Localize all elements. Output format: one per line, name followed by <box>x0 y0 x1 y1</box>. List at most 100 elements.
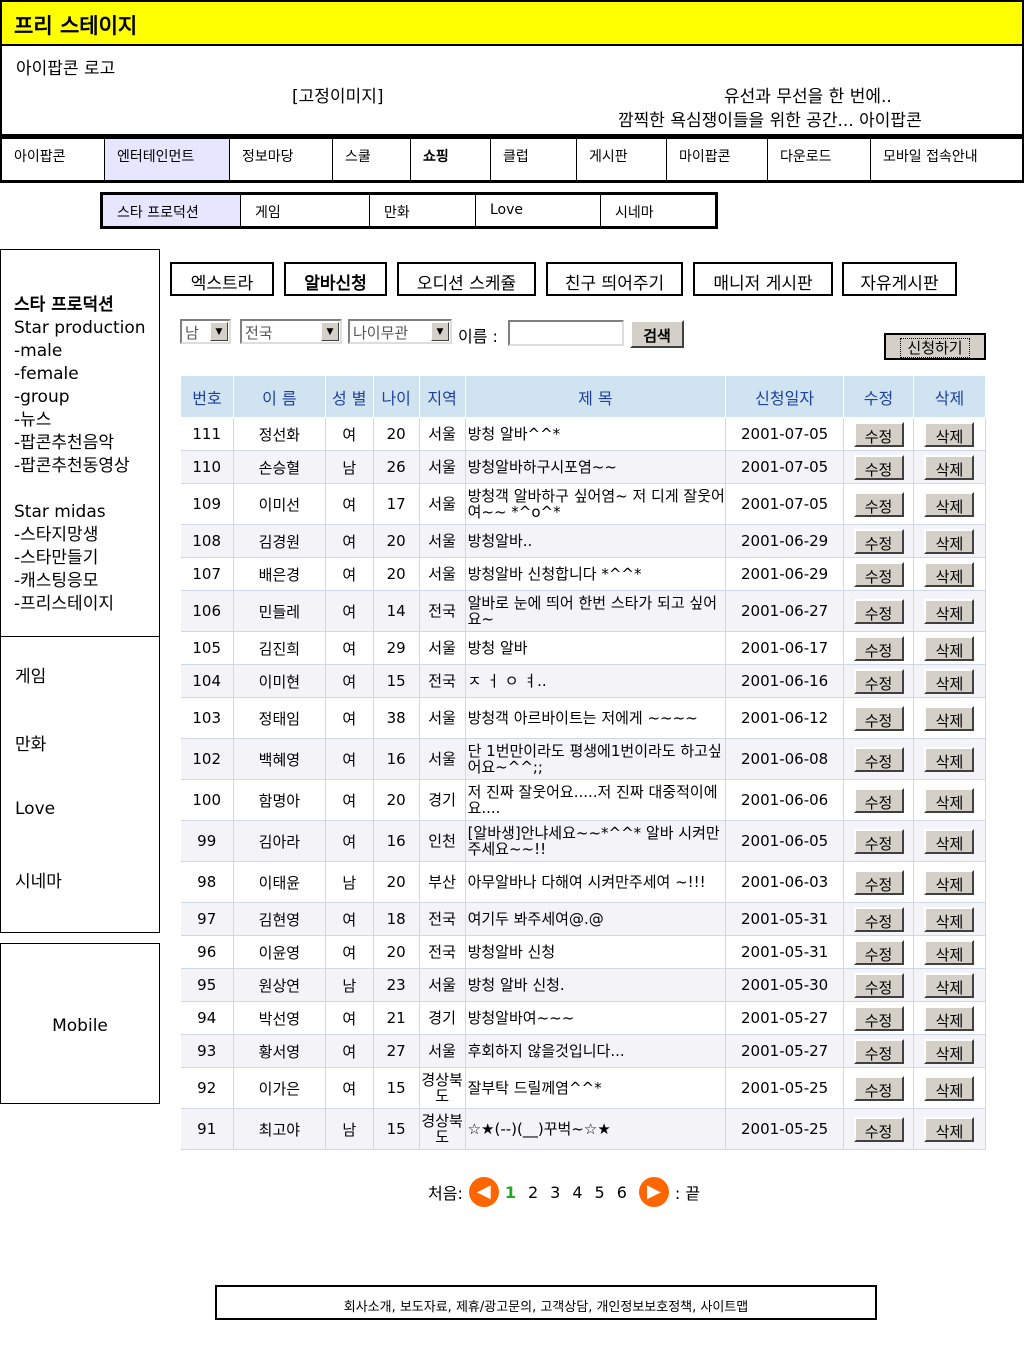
page-link-2[interactable]: 2 <box>528 1183 538 1202</box>
edit-button[interactable]: 수정 <box>853 1005 904 1031</box>
table-row[interactable]: 95 원상연 남 23 서울 방청 알바 신청. 2001-05-30 수정 삭제 <box>180 968 987 1002</box>
tab-extra[interactable]: 엑스트라 <box>170 262 274 296</box>
table-row[interactable]: 96 이윤영 여 20 전국 방청알바 신청 2001-05-31 수정 삭제 <box>180 935 987 969</box>
edit-button[interactable]: 수정 <box>853 528 904 554</box>
cell-title[interactable]: 방청알바 신청 <box>465 935 727 969</box>
tab-audition-schedule[interactable]: 오디션 스케쥴 <box>397 262 536 296</box>
delete-button[interactable]: 삭제 <box>924 528 975 554</box>
table-row[interactable]: 104 이미현 여 15 전국 ㅈ ㅓ ㅇ ㅕ.. 2001-06-16 수정 삭제 <box>180 664 987 698</box>
cell-title[interactable]: 방청객 알바하구 싶어염~ 저 디게 잘웃어여~~ *^o^* <box>465 483 727 525</box>
sub-nav-comics[interactable]: 만화 <box>370 195 476 226</box>
delete-button[interactable]: 삭제 <box>924 635 975 661</box>
edit-button[interactable]: 수정 <box>853 1116 904 1142</box>
edit-button[interactable]: 수정 <box>853 939 904 965</box>
table-row[interactable]: 97 김현영 여 18 전국 여기두 봐주세여@.@ 2001-05-31 수정 삭제 <box>180 902 987 936</box>
table-row[interactable]: 103 정태임 여 38 서울 방청객 아르바이트는 저에게 ~~~~ 2001-06-12… <box>180 697 987 739</box>
edit-button[interactable]: 수정 <box>853 746 904 772</box>
logo-placeholder[interactable]: 아이팝콘 로고 <box>16 54 115 79</box>
cell-title[interactable]: 방청알바.. <box>465 524 727 558</box>
age-select[interactable]: 나이무관 ▼ <box>348 319 452 344</box>
cell-title[interactable]: 여기두 봐주세여@.@ <box>465 902 727 936</box>
delete-button[interactable]: 삭제 <box>924 561 975 587</box>
edit-button[interactable]: 수정 <box>853 635 904 661</box>
edit-button[interactable]: 수정 <box>853 869 904 895</box>
nav-item-club[interactable]: 클럽 <box>491 139 577 180</box>
delete-button[interactable]: 삭제 <box>924 787 975 813</box>
cell-title[interactable]: 단 1번만이라도 평생에1번이라도 하고싶어요~^^;; <box>465 738 727 780</box>
sidebar-link-news[interactable]: -뉴스 <box>14 409 159 432</box>
name-search-input[interactable] <box>508 320 624 346</box>
page-link-1[interactable]: 1 <box>505 1183 516 1202</box>
table-row[interactable]: 98 이태윤 남 20 부산 아무알바나 다해여 시켜만주세여 ~!!! 2001-06-0… <box>180 861 987 903</box>
delete-button[interactable]: 삭제 <box>924 705 975 731</box>
cell-title[interactable]: 저 진짜 잘웃어요.....저 진짜 대중적이에요.... <box>465 779 727 821</box>
table-row[interactable]: 111 정선화 여 20 서울 방청 알바^^* 2001-07-05 수정 삭제 <box>180 417 987 451</box>
gender-select[interactable]: 남 ▼ <box>180 319 231 344</box>
cell-title[interactable]: 방청객 아르바이트는 저에게 ~~~~ <box>465 697 727 739</box>
sidebar-link-group[interactable]: -group <box>14 386 159 409</box>
table-row[interactable]: 107 배은경 여 20 서울 방청알바 신청합니다 *^^* 2001-06-29 수정 삭제 <box>180 557 987 591</box>
sidebar-link-male[interactable]: -male <box>14 340 159 363</box>
cell-title[interactable]: 방청 알바 신청. <box>465 968 727 1002</box>
prev-page-arrow-icon[interactable]: ◀ <box>468 1177 499 1207</box>
delete-button[interactable]: 삭제 <box>924 1116 975 1142</box>
cell-title[interactable]: 방청 알바^^* <box>465 417 727 451</box>
sidebar-link-recommended-video[interactable]: -팝콘추천동영상 <box>14 455 159 478</box>
cell-title[interactable]: 방청알바여~~~ <box>465 1001 727 1035</box>
nav-item-board[interactable]: 게시판 <box>577 139 667 180</box>
edit-button[interactable]: 수정 <box>853 787 904 813</box>
cell-title[interactable]: 방청알바하구시포염~~ <box>465 450 727 484</box>
region-select[interactable]: 전국 ▼ <box>240 319 342 344</box>
sub-nav-game[interactable]: 게임 <box>241 195 370 226</box>
sidebar-link-star-aspirants[interactable]: -스타지망생 <box>14 524 159 547</box>
nav-item-ipopcorn[interactable]: 아이팝콘 <box>2 139 105 180</box>
edit-button[interactable]: 수정 <box>853 906 904 932</box>
table-row[interactable]: 92 이가은 여 15 경상북도 잘부탁 드릴께염^^* 2001-05-25 수정 삭제 <box>180 1067 987 1109</box>
edit-button[interactable]: 수정 <box>853 828 904 854</box>
search-button[interactable]: 검색 <box>630 320 684 348</box>
nav-item-info[interactable]: 정보마당 <box>230 139 333 180</box>
tab-promote-friend[interactable]: 친구 띄어주기 <box>546 262 683 296</box>
table-row[interactable]: 100 함명아 여 20 경기 저 진짜 잘웃어요.....저 진짜 대중적이에요....… <box>180 779 987 821</box>
page-link-6[interactable]: 6 <box>617 1183 627 1202</box>
table-row[interactable]: 102 백혜영 여 16 서울 단 1번만이라도 평생에1번이라도 하고싶어요~^^;; 2… <box>180 738 987 780</box>
table-row[interactable]: 110 손승혈 남 26 서울 방청알바하구시포염~~ 2001-07-05 수정 삭제 <box>180 450 987 484</box>
cell-title[interactable]: 알바로 눈에 띄어 한번 스타가 되고 싶어요~ <box>465 590 727 632</box>
delete-button[interactable]: 삭제 <box>924 906 975 932</box>
edit-button[interactable]: 수정 <box>853 1075 904 1101</box>
table-row[interactable]: 108 김경원 여 20 서울 방청알바.. 2001-06-29 수정 삭제 <box>180 524 987 558</box>
cell-title[interactable]: 아무알바나 다해여 시켜만주세여 ~!!! <box>465 861 727 903</box>
edit-button[interactable]: 수정 <box>853 454 904 480</box>
delete-button[interactable]: 삭제 <box>924 598 975 624</box>
table-row[interactable]: 94 박선영 여 21 경기 방청알바여~~~ 2001-05-27 수정 삭제 <box>180 1001 987 1035</box>
tab-free-board[interactable]: 자유게시판 <box>842 262 957 296</box>
edit-button[interactable]: 수정 <box>853 972 904 998</box>
delete-button[interactable]: 삭제 <box>924 939 975 965</box>
delete-button[interactable]: 삭제 <box>924 668 975 694</box>
delete-button[interactable]: 삭제 <box>924 421 975 447</box>
footer-links[interactable]: 회사소개, 보도자료, 제휴/광고문의, 고객상담, 개인정보보호정책, 사이트… <box>215 1285 877 1320</box>
table-row[interactable]: 109 이미선 여 17 서울 방청객 알바하구 싶어염~ 저 디게 잘웃어여~~ *^o… <box>180 483 987 525</box>
tab-manager-board[interactable]: 매니저 게시판 <box>693 262 833 296</box>
delete-button[interactable]: 삭제 <box>924 1038 975 1064</box>
table-row[interactable]: 106 민들레 여 14 전국 알바로 눈에 띄어 한번 스타가 되고 싶어요~ 2001-… <box>180 590 987 632</box>
page-link-5[interactable]: 5 <box>595 1183 605 1202</box>
edit-button[interactable]: 수정 <box>853 421 904 447</box>
delete-button[interactable]: 삭제 <box>924 972 975 998</box>
page-link-4[interactable]: 4 <box>572 1183 582 1202</box>
nav-item-download[interactable]: 다운로드 <box>768 139 871 180</box>
table-row[interactable]: 99 김아라 여 16 인천 [알바생]안냐세요~~*^^* 알바 시켜만 주세요~~!!… <box>180 820 987 862</box>
table-row[interactable]: 93 황서영 여 27 서울 후회하지 않을것입니다... 2001-05-27 수정 삭제 <box>180 1034 987 1068</box>
sidebar-menu-love[interactable]: Love <box>15 799 55 819</box>
edit-button[interactable]: 수정 <box>853 598 904 624</box>
cell-title[interactable]: 후회하지 않을것입니다... <box>465 1034 727 1068</box>
delete-button[interactable]: 삭제 <box>924 746 975 772</box>
sidebar-link-recommended-music[interactable]: -팝콘추천음악 <box>14 432 159 455</box>
delete-button[interactable]: 삭제 <box>924 1005 975 1031</box>
cell-title[interactable]: ㅈ ㅓ ㅇ ㅕ.. <box>465 664 727 698</box>
edit-button[interactable]: 수정 <box>853 491 904 517</box>
edit-button[interactable]: 수정 <box>853 1038 904 1064</box>
nav-item-mypopcorn[interactable]: 마이팝콘 <box>667 139 768 180</box>
sidebar-menu-comics[interactable]: 만화 <box>15 730 46 755</box>
page-link-3[interactable]: 3 <box>550 1183 560 1202</box>
